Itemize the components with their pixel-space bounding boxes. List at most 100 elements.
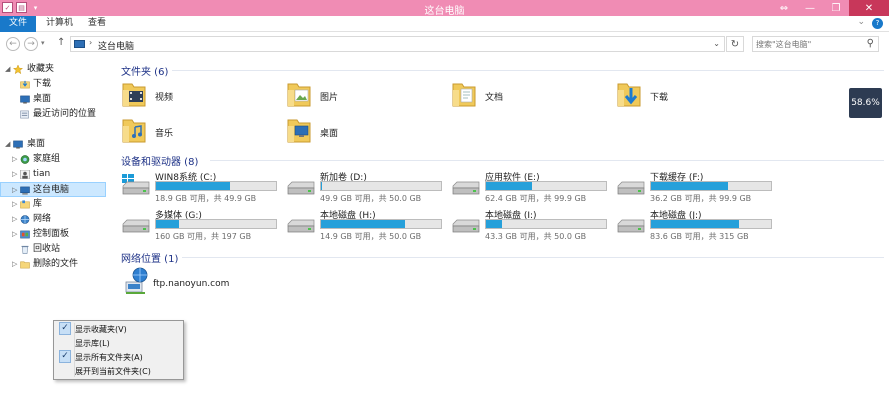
drive-space-info: 36.2 GB 可用，共 99.9 GB <box>650 194 752 203</box>
drive-usage-fill <box>156 220 179 228</box>
homegroup-icon <box>20 155 30 164</box>
nav-item-this-pc[interactable]: ▷ 这台电脑 <box>0 182 106 197</box>
chevron-right-icon[interactable]: ▷ <box>12 183 17 198</box>
group-header-network[interactable]: 网络位置 (1) <box>121 250 178 265</box>
drive-tile[interactable]: 多媒体 (G:) 160 GB 可用，共 197 GB <box>121 208 286 241</box>
hard-drive-icon <box>122 219 150 233</box>
chevron-down-icon[interactable]: ◢ <box>5 137 10 152</box>
drive-usage-fill <box>321 182 323 190</box>
nav-item-desktop[interactable]: ◢ 桌面 <box>0 137 106 152</box>
menu-item-expand-to-current[interactable]: 展开到当前文件夹(C) <box>55 364 183 378</box>
drive-usage-bar <box>155 181 277 191</box>
computer-icon <box>74 40 85 48</box>
drive-usage-bar <box>485 181 607 191</box>
group-header-drives[interactable]: 设备和驱动器 (8) <box>121 153 198 168</box>
drive-tile[interactable]: 应用软件 (E:) 62.4 GB 可用，共 99.9 GB <box>451 170 616 203</box>
drive-usage-bar <box>155 219 277 229</box>
explorer-window: ✓ ▤ ▾ 这台电脑 ⇔ — ❐ ✕ 文件 计算机 查看 ⌄ ? ← → ▾ ↑… <box>0 0 889 400</box>
nav-item-recent-places[interactable]: 最近访问的位置 <box>0 107 106 122</box>
nav-item-user[interactable]: ▷ tian <box>0 167 106 182</box>
drive-space-info: 43.3 GB 可用，共 50.0 GB <box>485 232 587 241</box>
drive-space-info: 18.9 GB 可用，共 49.9 GB <box>155 194 257 203</box>
folder-downloads[interactable]: 下载 <box>616 80 776 110</box>
chevron-right-icon[interactable]: ▷ <box>12 257 17 272</box>
tab-view[interactable]: 查看 <box>88 16 106 32</box>
chevron-right-icon[interactable]: ▷ <box>12 227 17 242</box>
nav-item-desktop-fav[interactable]: 桌面 <box>0 92 106 107</box>
computer-icon <box>20 186 30 195</box>
chevron-right-icon[interactable]: ▷ <box>12 197 17 212</box>
drive-tile[interactable]: 本地磁盘 (H:) 14.9 GB 可用，共 50.0 GB <box>286 208 451 241</box>
control-panel-icon <box>20 230 30 239</box>
expand-ribbon-icon[interactable]: ⌄ <box>857 17 865 27</box>
refresh-button[interactable]: ↻ <box>726 36 744 52</box>
search-box[interactable]: ⚲ <box>752 36 879 52</box>
desktop-icon <box>13 140 23 149</box>
nav-item-control-panel[interactable]: ▷ 控制面板 <box>0 227 106 242</box>
nav-item-deleted-files[interactable]: ▷ 删除的文件 <box>0 257 106 272</box>
nav-item-network[interactable]: ▷ 网络 <box>0 212 106 227</box>
forward-button[interactable]: → <box>24 37 38 51</box>
drive-tile[interactable]: 本地磁盘 (J:) 83.6 GB 可用，共 315 GB <box>616 208 781 241</box>
drive-usage-bar <box>485 219 607 229</box>
folder-videos[interactable]: 视频 <box>121 80 281 110</box>
nav-item-favorites[interactable]: ◢ 收藏夹 <box>0 62 106 77</box>
drive-usage-bar <box>320 181 442 191</box>
drive-tile[interactable]: 下载缓存 (F:) 36.2 GB 可用，共 99.9 GB <box>616 170 781 203</box>
help-icon[interactable]: ? <box>872 18 883 29</box>
usage-badge[interactable]: 58.6% <box>849 88 882 118</box>
nav-item-recycle-bin[interactable]: 回收站 <box>0 242 106 257</box>
search-input[interactable] <box>756 38 861 51</box>
close-button[interactable]: ✕ <box>849 0 889 16</box>
desktop-folder-icon <box>287 119 311 143</box>
title-bar: ✓ ▤ ▾ 这台电脑 ⇔ — ❐ ✕ <box>0 0 889 17</box>
window-controls: ⇔ — ❐ ✕ <box>771 0 889 16</box>
nav-item-downloads[interactable]: 下载 <box>0 77 106 92</box>
context-menu: ✓ 显示收藏夹(V) 显示库(L) ✓ 显示所有文件夹(A) 展开到当前文件夹(… <box>53 320 184 380</box>
user-icon <box>20 170 30 179</box>
drive-tile[interactable]: 本地磁盘 (I:) 43.3 GB 可用，共 50.0 GB <box>451 208 616 241</box>
maximize-button[interactable]: ❐ <box>823 0 849 16</box>
folder-desktop[interactable]: 桌面 <box>286 116 446 146</box>
nav-item-homegroup[interactable]: ▷ 家庭组 <box>0 152 106 167</box>
breadcrumb[interactable]: 这台电脑 <box>98 39 134 52</box>
menu-item-show-all-folders[interactable]: ✓ 显示所有文件夹(A) <box>55 350 183 364</box>
address-bar[interactable]: › 这台电脑 ⌄ <box>70 36 725 52</box>
folder-pictures[interactable]: 图片 <box>286 80 446 110</box>
drive-usage-fill <box>651 182 728 190</box>
resize-icon[interactable]: ⇔ <box>771 0 797 16</box>
hard-drive-icon <box>452 181 480 195</box>
chevron-right-icon[interactable]: ▷ <box>12 152 17 167</box>
search-icon[interactable]: ⚲ <box>867 38 874 49</box>
menu-item-show-favorites[interactable]: ✓ 显示收藏夹(V) <box>55 322 183 336</box>
folder-documents[interactable]: 文档 <box>451 80 611 110</box>
minimize-button[interactable]: — <box>797 0 823 16</box>
network-icon <box>20 215 30 224</box>
nav-item-libraries[interactable]: ▷ 库 <box>0 197 106 212</box>
checkmark-icon: ✓ <box>59 322 71 335</box>
drive-tile[interactable]: WIN8系统 (C:) 18.9 GB 可用，共 49.9 GB <box>121 170 286 203</box>
drive-usage-fill <box>486 220 502 228</box>
group-header-folders[interactable]: 文件夹 (6) <box>121 63 168 78</box>
chevron-down-icon[interactable]: ⌄ <box>713 39 720 48</box>
drive-usage-bar <box>320 219 442 229</box>
download-folder-icon <box>20 80 30 89</box>
ribbon-tabs: 文件 计算机 查看 ⌄ ? <box>0 16 889 32</box>
back-button[interactable]: ← <box>6 37 20 51</box>
drive-tile[interactable]: 新加卷 (D:) 49.9 GB 可用，共 50.0 GB <box>286 170 451 203</box>
address-row: ← → ▾ ↑ › 这台电脑 ⌄ ↻ ⚲ <box>0 34 889 54</box>
up-button[interactable]: ↑ <box>57 37 65 48</box>
chevron-right-icon[interactable]: ▷ <box>12 212 17 227</box>
tab-file[interactable]: 文件 <box>0 16 36 32</box>
group-divider <box>210 160 884 161</box>
network-location-ftp[interactable]: ftp.nanoyun.com <box>121 266 321 300</box>
folder-music[interactable]: 音乐 <box>121 116 281 146</box>
chevron-right-icon[interactable]: ▷ <box>12 167 17 182</box>
checkmark-icon: ✓ <box>59 350 71 363</box>
tab-computer[interactable]: 计算机 <box>46 16 73 32</box>
recent-locations-icon[interactable]: ▾ <box>41 39 45 47</box>
chevron-down-icon[interactable]: ◢ <box>5 62 10 77</box>
breadcrumb-separator-icon[interactable]: › <box>89 38 92 47</box>
pictures-folder-icon <box>287 83 311 107</box>
menu-item-show-libraries[interactable]: 显示库(L) <box>55 336 183 350</box>
